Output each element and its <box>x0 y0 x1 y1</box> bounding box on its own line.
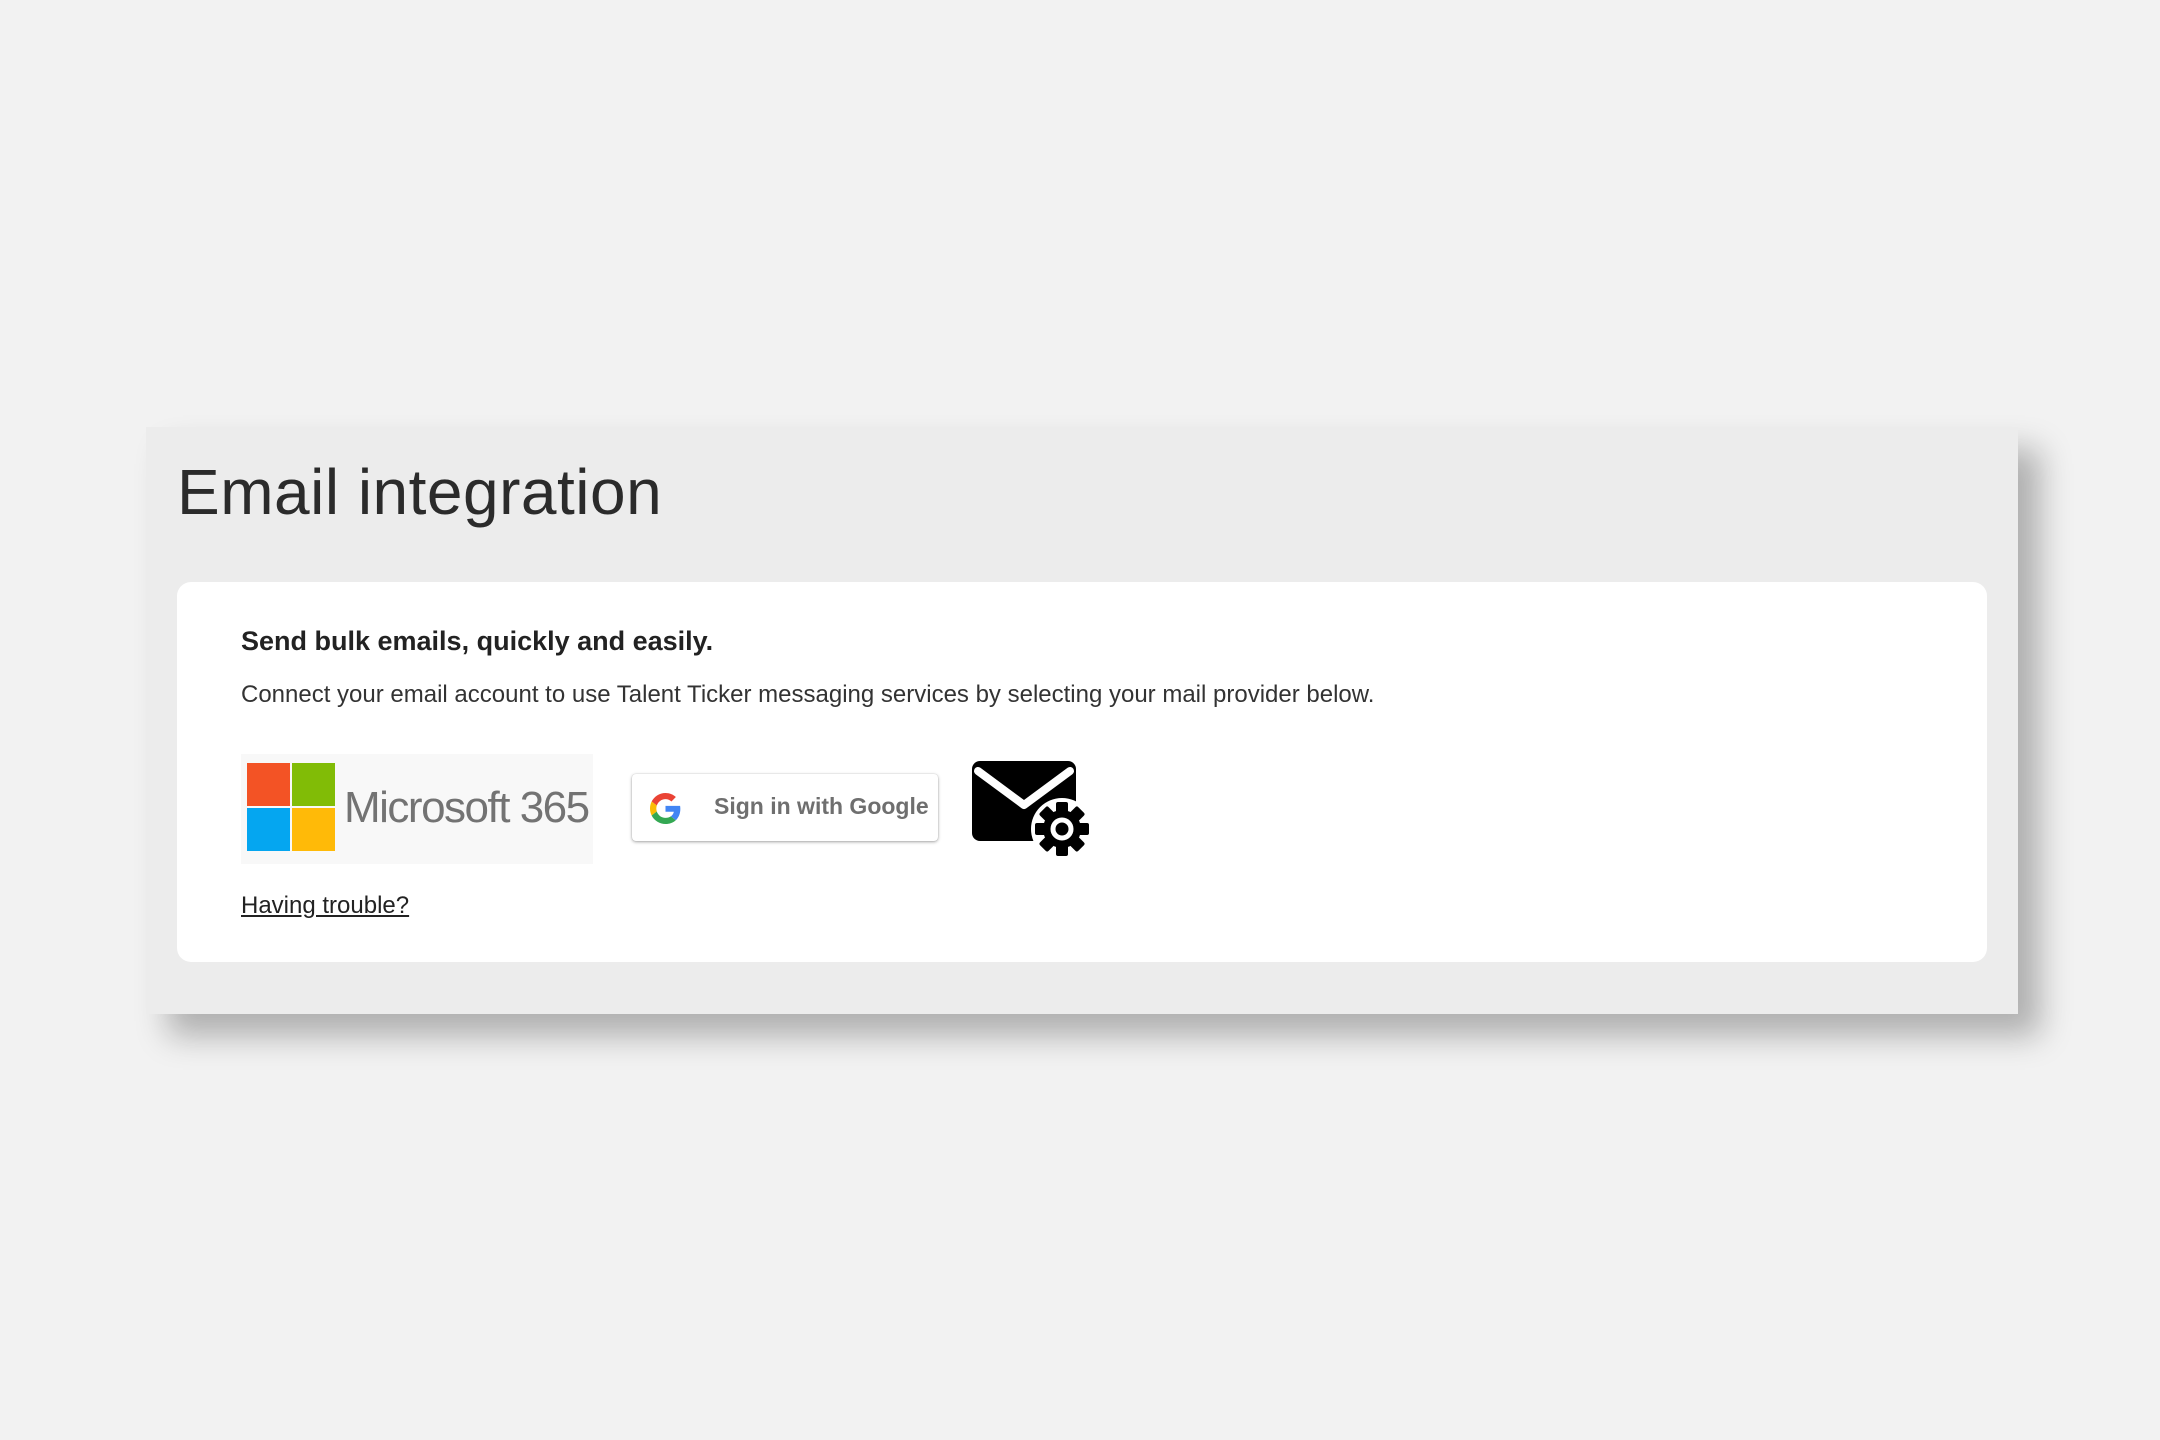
google-sign-in-button[interactable]: Sign in with Google <box>632 774 938 841</box>
having-trouble-link[interactable]: Having trouble? <box>241 892 409 920</box>
google-sign-in-label: Sign in with Google <box>714 793 929 819</box>
microsoft-365-button[interactable]: Microsoft 365 <box>241 754 593 864</box>
card-heading: Send bulk emails, quickly and easily. <box>241 626 714 656</box>
mail-settings-icon <box>972 761 1093 860</box>
microsoft-logo-icon <box>247 763 335 851</box>
custom-mail-settings-button[interactable] <box>972 759 1094 863</box>
page-title: Email integration <box>177 456 663 528</box>
integration-card: Send bulk emails, quickly and easily. Co… <box>177 582 1987 962</box>
email-integration-panel: Email integration Send bulk emails, quic… <box>146 427 2018 1014</box>
card-description: Connect your email account to use Talent… <box>241 681 1375 708</box>
google-g-icon <box>650 793 681 824</box>
microsoft-365-label: Microsoft 365 <box>344 783 590 832</box>
